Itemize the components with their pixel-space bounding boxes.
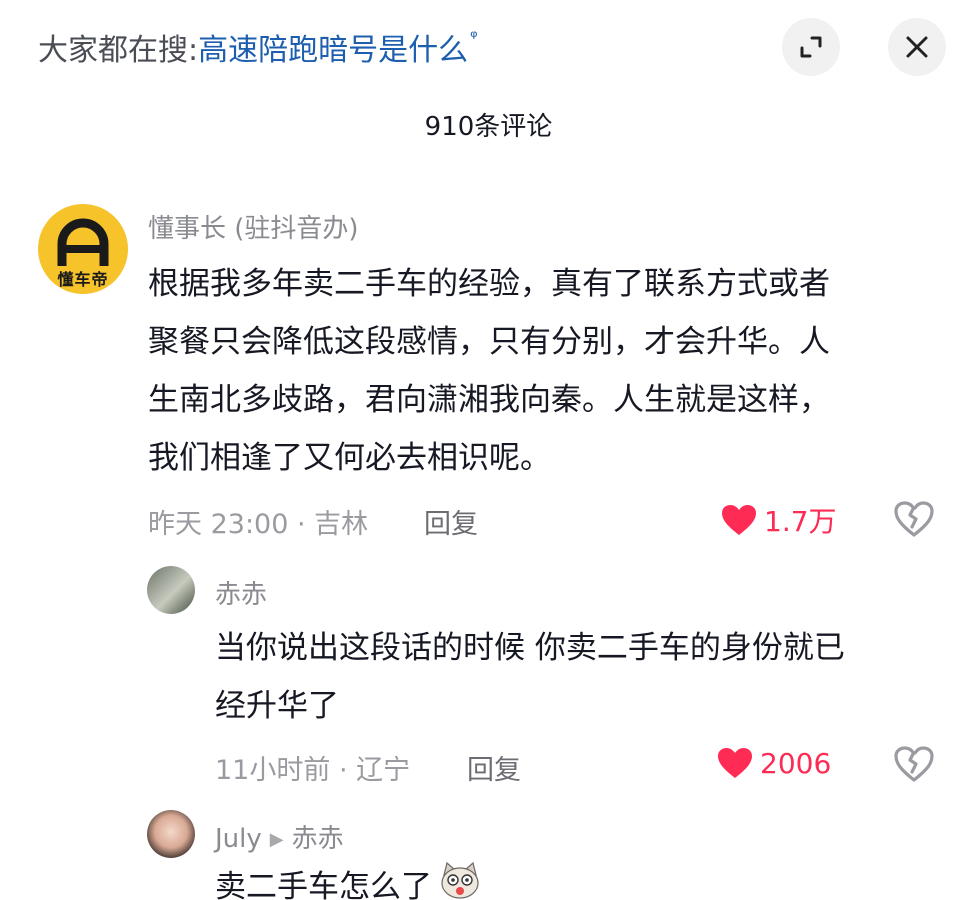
reply-text-line: 当你说出这段话的时候 你卖二手车的身份就已 [215,630,845,666]
like-count: 2006 [760,746,832,780]
like-button[interactable]: 2006 [716,746,831,780]
comment-author[interactable]: 懂事长 (驻抖音办) [148,208,359,245]
reply-button[interactable]: 回复 [467,748,521,787]
avatar-logo-text: 懂车帝 [57,270,109,289]
expand-icon [800,36,822,58]
cat-emoji-icon [441,861,479,899]
comment-text-line: 生南北多歧路，君向潇湘我向秦。人生就是这样， [148,382,830,418]
broken-heart-icon [894,501,934,537]
comment-text-line: 聚餐只会降低这段感情，只有分别，才会升华。人 [148,324,830,360]
reply-text-line: 卖二手车怎么了 [215,858,482,900]
search-suggestion-prefix: 大家都在搜: [38,33,199,68]
avatar[interactable] [147,810,195,858]
search-suggestion[interactable]: 大家都在搜: 高速陪跑暗号是什么 ᵠ [38,22,478,72]
close-button[interactable] [888,18,946,76]
close-icon [906,36,928,58]
search-suggestion-query[interactable]: 高速陪跑暗号是什么 [198,25,468,69]
comment-count-title: 910条评论 [424,112,553,142]
reply-author[interactable]: July [215,824,262,854]
reply-to-author[interactable]: 赤赤 [292,824,344,854]
comment-text-line: 我们相逢了又何必去相识呢。 [148,440,551,476]
reply-author-line: July ▶ 赤赤 [215,818,344,855]
dislike-button[interactable] [893,745,935,787]
comment-meta: 昨天 23:00 · 吉林 [148,509,369,540]
reply-text-line: 经升华了 [215,688,339,724]
expand-button[interactable] [782,18,840,76]
play-arrow-icon: ▶ [269,829,284,850]
reply-text: 卖二手车怎么了 [215,869,432,900]
reply-author[interactable]: 赤赤 [215,574,267,611]
avatar[interactable] [147,566,195,614]
heart-icon [718,748,752,778]
avatar[interactable]: 懂车帝 [38,204,128,294]
dislike-button[interactable] [893,500,935,542]
reply-button[interactable]: 回复 [424,502,478,541]
search-icon: ᵠ [470,26,478,48]
comment-text-line: 根据我多年卖二手车的经验，真有了联系方式或者 [148,266,830,302]
reply-meta: 11小时前 · 辽宁 [215,755,411,786]
like-button[interactable]: 1.7万 [720,500,837,540]
heart-icon [722,505,756,535]
like-count: 1.7万 [764,505,837,538]
broken-heart-icon [894,746,934,782]
